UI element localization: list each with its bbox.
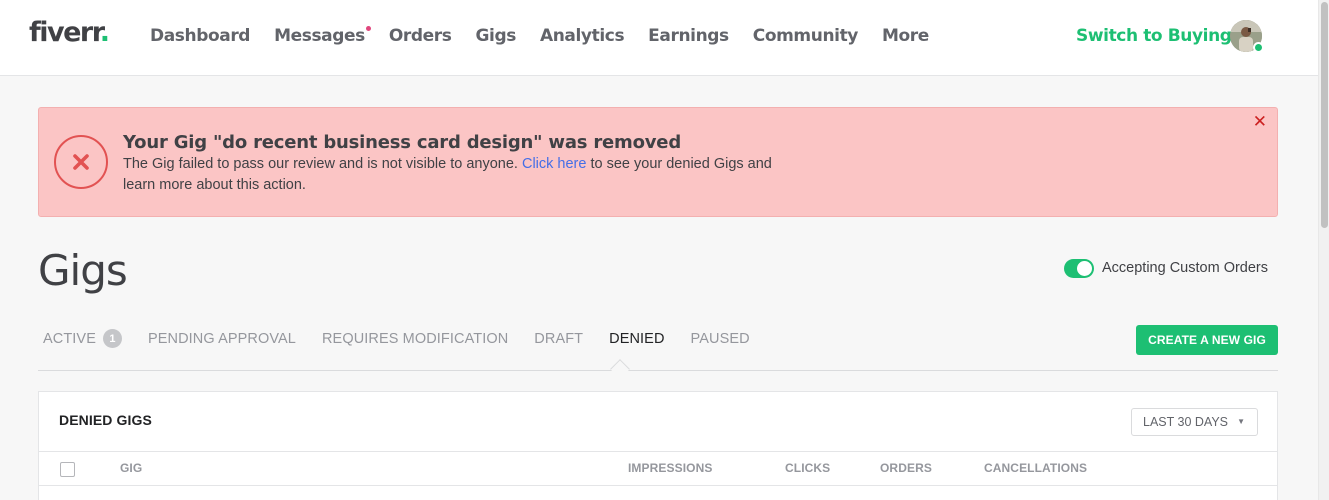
panel-title: DENIED GIGS — [59, 412, 152, 428]
nav-more[interactable]: More — [882, 26, 929, 46]
close-icon[interactable]: ✕ — [1253, 112, 1267, 132]
nav-messages[interactable]: Messages — [274, 26, 371, 46]
date-range-select[interactable]: LAST 30 DAYS ▼ — [1131, 408, 1258, 436]
col-cancellations[interactable]: CANCELLATIONS — [984, 461, 1087, 475]
nav-orders[interactable]: Orders — [389, 26, 452, 46]
nav-analytics[interactable]: Analytics — [540, 26, 625, 46]
tab-paused[interactable]: PAUSED — [691, 331, 750, 347]
error-x-icon — [54, 135, 108, 189]
alert-message: The Gig failed to pass our review and is… — [123, 154, 793, 196]
tab-draft[interactable]: DRAFT — [534, 331, 583, 347]
tab-requires-modification[interactable]: REQUIRES MODIFICATION — [322, 331, 508, 347]
online-status-icon — [1253, 42, 1264, 53]
nav-earnings[interactable]: Earnings — [648, 26, 729, 46]
tab-active-label: ACTIVE — [43, 330, 96, 347]
gig-removed-alert: Your Gig "do recent business card design… — [38, 107, 1278, 217]
page-scrollbar[interactable] — [1318, 0, 1329, 500]
tab-active[interactable]: ACTIVE 1 — [43, 329, 122, 348]
chevron-down-icon: ▼ — [1237, 417, 1245, 426]
tab-pending-approval[interactable]: PENDING APPROVAL — [148, 331, 296, 347]
nav-dashboard[interactable]: Dashboard — [150, 26, 250, 46]
toggle-knob — [1077, 261, 1092, 276]
active-count-badge: 1 — [102, 329, 122, 348]
custom-orders-label: Accepting Custom Orders — [1102, 260, 1269, 276]
alert-text-start: The Gig failed to pass our review and is… — [123, 156, 522, 172]
select-all-checkbox[interactable] — [60, 462, 75, 477]
fiverr-logo[interactable]: fiverr. — [29, 17, 110, 48]
col-clicks[interactable]: CLICKS — [785, 461, 830, 475]
denied-gigs-panel: DENIED GIGS LAST 30 DAYS ▼ GIG IMPRESSIO… — [38, 391, 1278, 500]
col-gig[interactable]: GIG — [120, 461, 142, 475]
avatar[interactable] — [1230, 20, 1264, 53]
click-here-link[interactable]: Click here — [522, 156, 586, 172]
top-header: fiverr. Dashboard Messages Orders Gigs A… — [0, 0, 1318, 76]
col-orders[interactable]: ORDERS — [880, 461, 932, 475]
tab-denied[interactable]: DENIED — [609, 331, 664, 347]
unread-dot-icon — [365, 26, 371, 31]
main-nav: Dashboard Messages Orders Gigs Analytics… — [150, 26, 953, 46]
col-impressions[interactable]: IMPRESSIONS — [628, 461, 712, 475]
nav-community[interactable]: Community — [753, 26, 859, 46]
create-new-gig-button[interactable]: CREATE A NEW GIG — [1136, 325, 1278, 355]
nav-gigs[interactable]: Gigs — [476, 26, 517, 46]
scrollbar-thumb[interactable] — [1321, 2, 1328, 228]
switch-to-buying-link[interactable]: Switch to Buying — [1076, 26, 1232, 46]
alert-title: Your Gig "do recent business card design… — [123, 132, 681, 153]
table-header: GIG IMPRESSIONS CLICKS ORDERS CANCELLATI… — [39, 451, 1277, 486]
tabs-divider — [38, 370, 1278, 371]
custom-orders-toggle[interactable] — [1064, 259, 1094, 278]
active-tab-caret-icon — [610, 359, 630, 379]
gig-status-tabs: ACTIVE 1 PENDING APPROVAL REQUIRES MODIFI… — [43, 329, 776, 348]
nav-messages-label: Messages — [274, 26, 365, 46]
date-range-value: LAST 30 DAYS — [1143, 415, 1228, 429]
page-title: Gigs — [38, 246, 128, 295]
